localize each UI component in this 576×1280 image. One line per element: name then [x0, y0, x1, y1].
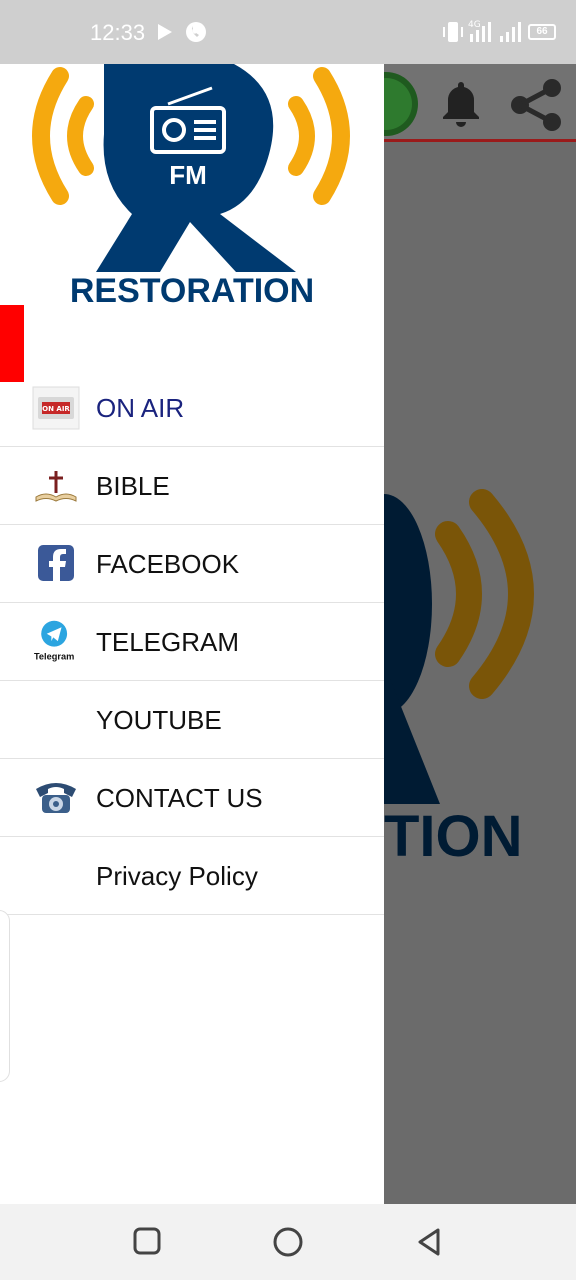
drawer-header-logo: FM RESTORATION — [0, 64, 384, 310]
menu-item-privacy-policy[interactable]: Privacy Policy — [0, 837, 384, 915]
bible-icon — [35, 471, 77, 502]
telegram-icon-caption: Telegram — [34, 652, 74, 662]
signal-4g-icon: 4G — [468, 20, 491, 42]
menu-item-contact-us[interactable]: CONTACT US — [0, 759, 384, 837]
signal-icon — [500, 22, 521, 42]
menu-item-youtube[interactable]: YOUTUBE — [0, 681, 384, 759]
menu-item-label: TELEGRAM — [96, 627, 240, 657]
drawer-menu: ON AIR ON AIR BIBLE FACEBOOK Telegram TE… — [0, 369, 384, 915]
system-navigation-bar — [0, 1204, 576, 1280]
active-indicator-bar — [0, 305, 24, 382]
play-icon — [158, 24, 172, 40]
menu-item-on-air[interactable]: ON AIR ON AIR — [0, 369, 384, 447]
telephone-icon — [36, 783, 76, 813]
menu-item-label: Privacy Policy — [96, 861, 258, 891]
call-icon — [186, 22, 206, 42]
menu-item-facebook[interactable]: FACEBOOK — [0, 525, 384, 603]
menu-item-label: BIBLE — [96, 471, 170, 501]
logo-brand-text: RESTORATION — [70, 272, 314, 306]
menu-item-label: YOUTUBE — [96, 705, 222, 735]
menu-item-label: ON AIR — [96, 393, 185, 423]
logo-fm-text: FM — [169, 160, 207, 190]
menu-item-label: FACEBOOK — [96, 549, 240, 579]
telegram-icon: Telegram — [34, 620, 74, 662]
status-bar: 12:33 4G 66 — [0, 0, 576, 64]
on-air-icon: ON AIR — [32, 386, 80, 430]
battery-indicator: 66 — [528, 24, 556, 40]
back-button[interactable] — [414, 1226, 444, 1258]
menu-item-telegram[interactable]: Telegram TELEGRAM — [0, 603, 384, 681]
menu-item-label: CONTACT US — [96, 783, 263, 813]
recent-apps-button[interactable] — [132, 1226, 162, 1256]
vibrate-icon — [443, 22, 463, 42]
menu-item-bible[interactable]: BIBLE — [0, 447, 384, 525]
status-time: 12:33 — [90, 20, 146, 45]
svg-text:4G: 4G — [468, 20, 481, 30]
side-handle[interactable] — [0, 910, 10, 1082]
restoration-fm-logo: FM RESTORATION — [32, 64, 350, 310]
svg-text:ON AIR: ON AIR — [42, 405, 70, 413]
navigation-drawer: FM RESTORATION ON AIR ON AIR BIBLE FACEB… — [0, 64, 384, 1204]
background-logo-text: TION — [384, 804, 523, 869]
home-button[interactable] — [272, 1226, 304, 1258]
facebook-icon — [38, 545, 74, 581]
